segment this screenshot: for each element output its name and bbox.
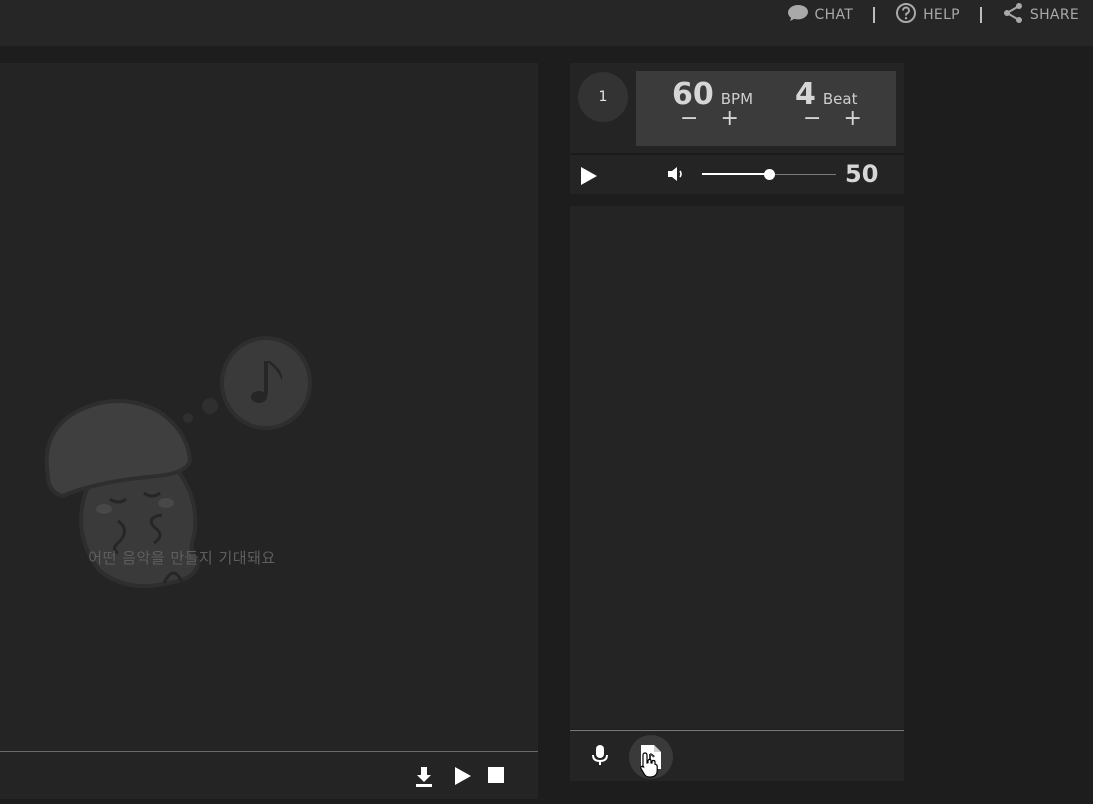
nav-divider <box>979 7 982 23</box>
download-button[interactable] <box>415 767 433 787</box>
play-icon <box>581 167 597 189</box>
page-number-badge[interactable]: 1 <box>578 72 628 122</box>
chat-label: CHAT <box>814 7 854 23</box>
download-icon <box>415 767 433 787</box>
stop-icon <box>488 767 504 783</box>
share-link[interactable]: SHARE <box>1002 2 1079 28</box>
beat-control: 4 Beat − + <box>795 77 862 130</box>
volume-slider[interactable] <box>702 169 836 180</box>
composition-canvas: 어떤 음악을 만들지 기대돼요 <box>0 63 538 799</box>
transport-panel: 1 60 BPM − + 4 Beat − + <box>570 63 904 153</box>
canvas-stop-button[interactable] <box>488 767 504 783</box>
share-icon <box>1002 2 1024 28</box>
bpm-control: 60 BPM − + <box>672 77 753 130</box>
microphone-icon <box>592 745 608 771</box>
tempo-box: 60 BPM − + 4 Beat − + <box>636 71 896 146</box>
help-circle-icon <box>895 2 917 28</box>
canvas-play-button[interactable] <box>455 767 471 785</box>
help-label: HELP <box>923 7 960 23</box>
canvas-toolbar <box>0 751 538 799</box>
nav-divider <box>873 7 876 23</box>
play-icon <box>455 767 471 785</box>
share-label: SHARE <box>1029 7 1079 23</box>
playback-controls: 50 <box>570 154 904 194</box>
volume-slider-handle[interactable] <box>764 169 775 180</box>
chat-bubble-icon <box>787 4 809 26</box>
bpm-decrease-button[interactable]: − <box>680 108 698 130</box>
volume-slider-fill <box>702 173 769 175</box>
beat-decrease-button[interactable]: − <box>803 108 821 130</box>
volume-icon[interactable] <box>668 166 686 186</box>
top-nav: CHAT HELP SHARE <box>787 0 1079 30</box>
bpm-increase-button[interactable]: + <box>720 108 738 130</box>
hand-cursor-icon <box>640 752 658 778</box>
metronome-play-button[interactable] <box>581 167 597 189</box>
volume-value: 50 <box>845 160 879 188</box>
empty-state-message: 어떤 음악을 만들지 기대돼요 <box>88 549 276 567</box>
track-list-area <box>570 206 904 729</box>
chat-link[interactable]: CHAT <box>787 4 854 26</box>
track-toolbar <box>570 730 904 781</box>
help-link[interactable]: HELP <box>895 2 960 28</box>
beat-increase-button[interactable]: + <box>843 108 861 130</box>
record-button[interactable] <box>592 745 608 771</box>
